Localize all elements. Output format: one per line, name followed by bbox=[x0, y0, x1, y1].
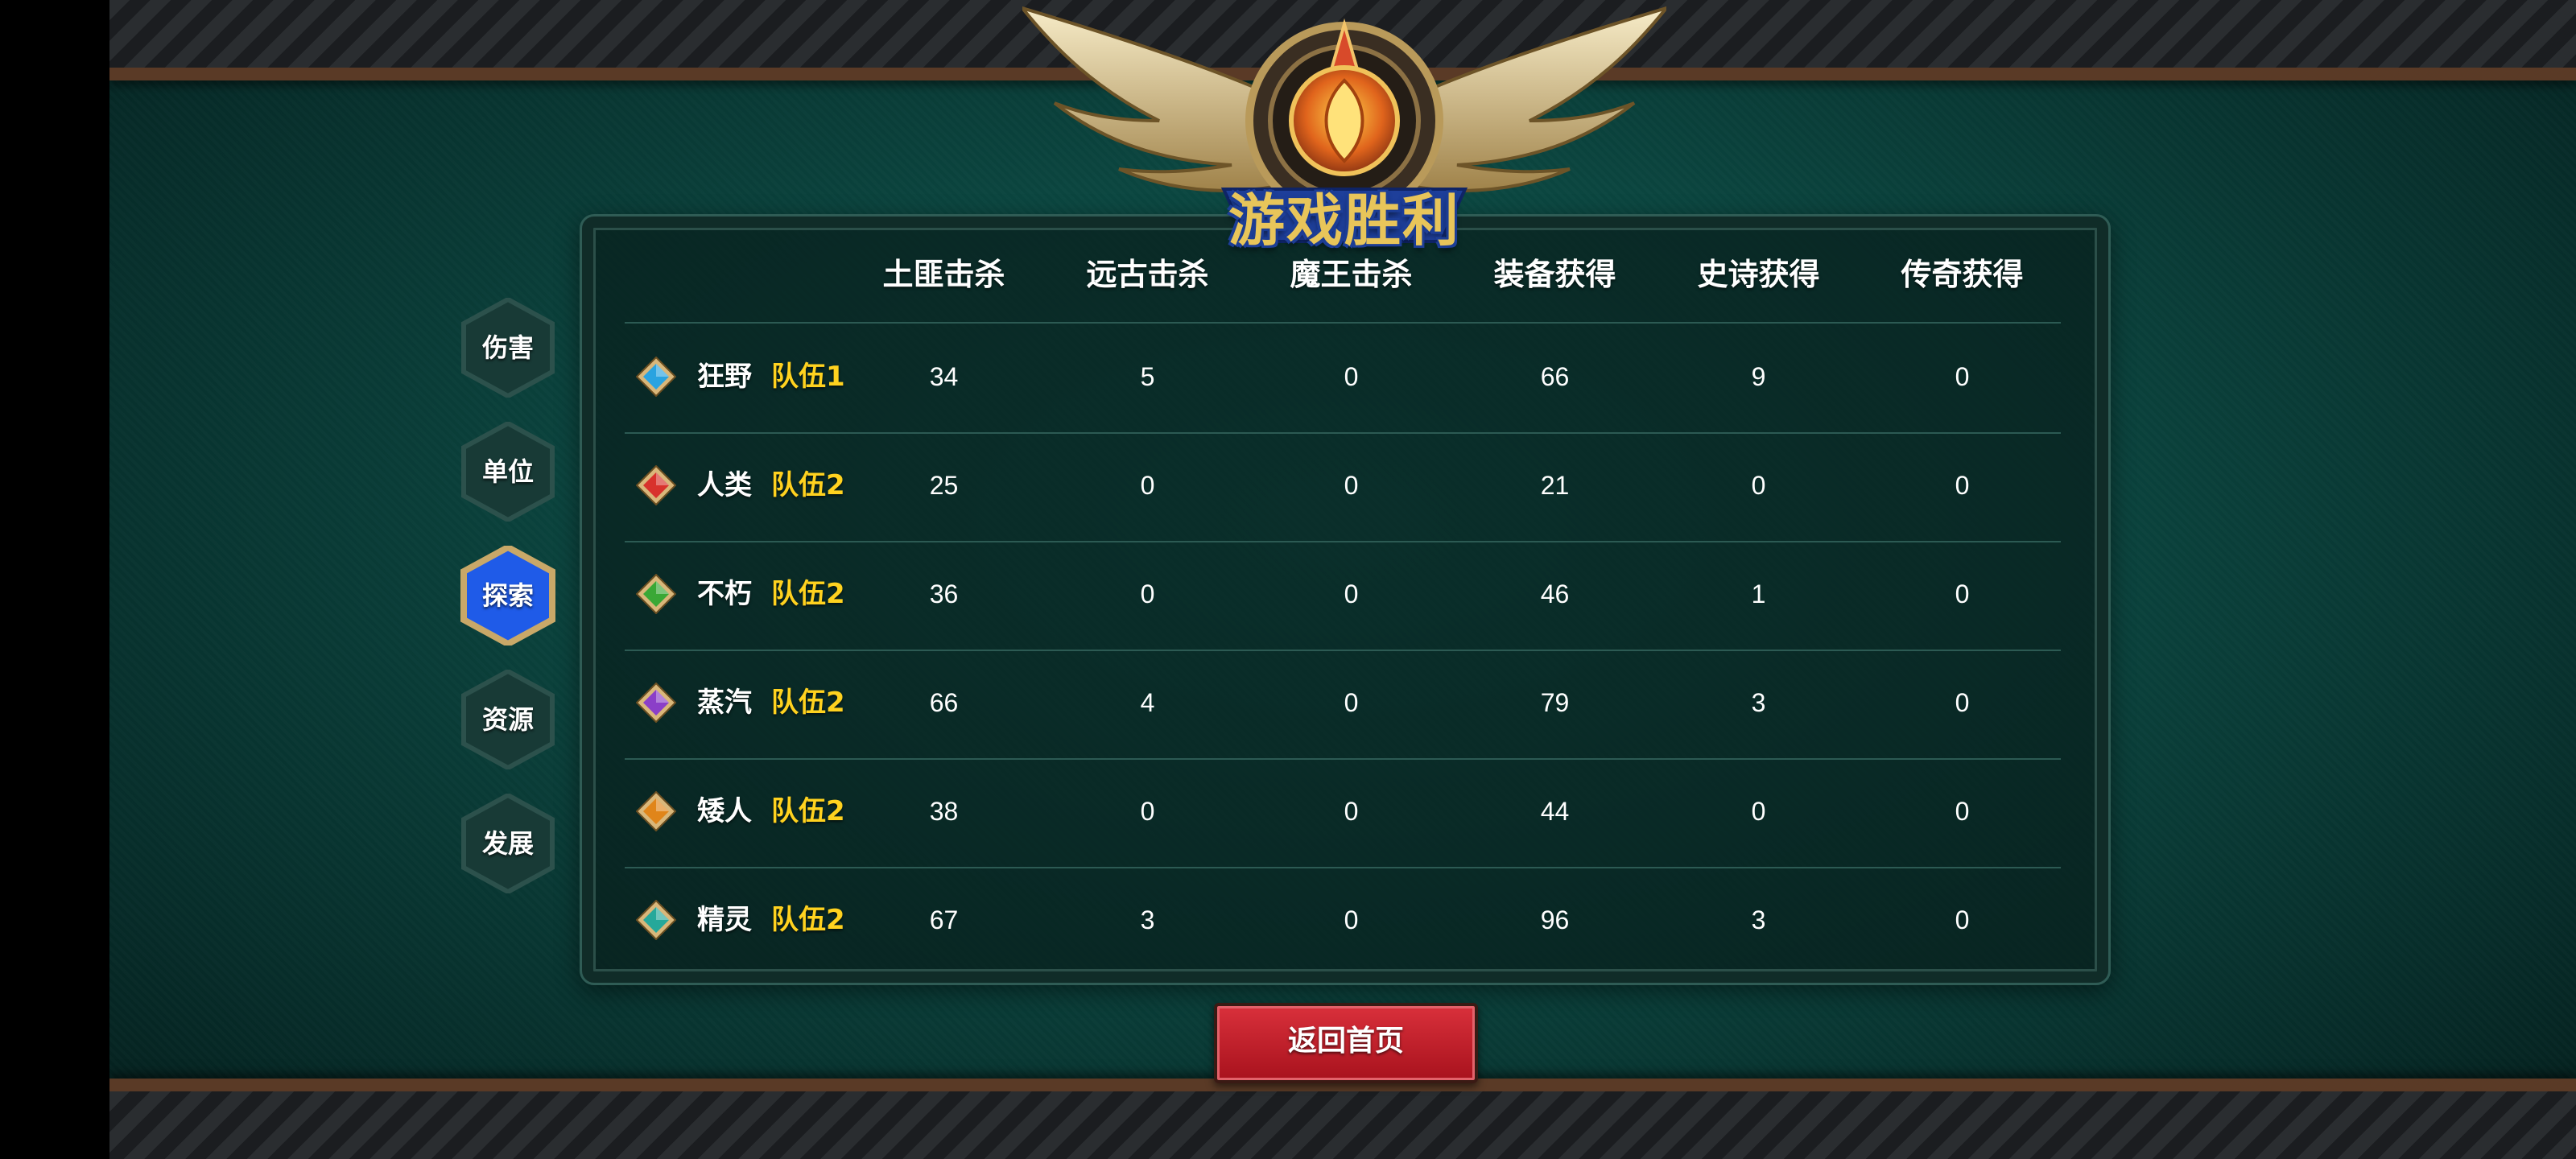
stat-value: 0 bbox=[1751, 471, 1766, 500]
stat-value: 0 bbox=[1751, 797, 1766, 826]
team-name: 队伍1 bbox=[771, 361, 845, 393]
team-name: 队伍2 bbox=[771, 687, 845, 719]
tab-development[interactable]: 发展 bbox=[460, 794, 555, 893]
race-name: 矮人 bbox=[697, 795, 752, 827]
table-row: 矮人 队伍2 38 0 0 44 0 0 bbox=[625, 758, 2061, 868]
bottom-rail bbox=[109, 1079, 2576, 1159]
tab-units[interactable]: 单位 bbox=[460, 422, 555, 522]
return-home-label: 返回首页 bbox=[1287, 1025, 1404, 1058]
return-home-button[interactable]: 返回首页 bbox=[1214, 1003, 1478, 1083]
table-row: 狂野 队伍1 34 5 0 66 9 0 bbox=[625, 324, 2061, 434]
stat-value: 0 bbox=[1344, 688, 1359, 717]
column-header: 装备获得 bbox=[1493, 257, 1616, 292]
diamond-gem-icon bbox=[636, 791, 676, 831]
victory-emblem: 游戏胜利 bbox=[1018, 0, 1671, 254]
tab-explore[interactable]: 探索 bbox=[460, 546, 555, 645]
tab-damage[interactable]: 伤害 bbox=[460, 298, 555, 398]
column-header: 传奇获得 bbox=[1901, 257, 2024, 292]
stat-value: 0 bbox=[1344, 362, 1359, 391]
stat-value: 0 bbox=[1955, 797, 1970, 826]
race-name: 狂野 bbox=[697, 361, 752, 393]
stat-value: 3 bbox=[1140, 905, 1155, 934]
team-name: 队伍2 bbox=[771, 469, 845, 501]
race-name: 不朽 bbox=[697, 578, 752, 610]
stat-value: 0 bbox=[1955, 362, 1970, 391]
stat-value: 66 bbox=[1540, 362, 1570, 391]
stat-value: 0 bbox=[1140, 471, 1155, 500]
table-row: 蒸汽 队伍2 66 4 0 79 3 0 bbox=[625, 650, 2061, 760]
stat-value: 1 bbox=[1751, 580, 1766, 608]
stat-value: 34 bbox=[929, 362, 959, 391]
stat-value: 0 bbox=[1955, 688, 1970, 717]
column-header: 史诗获得 bbox=[1697, 257, 1820, 292]
stat-value: 3 bbox=[1751, 688, 1766, 717]
tab-resources[interactable]: 资源 bbox=[460, 670, 555, 769]
diamond-gem-icon bbox=[636, 465, 676, 505]
stat-value: 5 bbox=[1140, 362, 1155, 391]
column-header: 土匪击杀 bbox=[882, 257, 1005, 292]
table-row: 不朽 队伍2 36 0 0 46 1 0 bbox=[625, 541, 2061, 651]
tab-label: 探索 bbox=[481, 580, 534, 611]
stat-value: 25 bbox=[929, 471, 959, 500]
race-name: 精灵 bbox=[697, 904, 752, 936]
tab-label: 伤害 bbox=[481, 332, 534, 363]
stat-value: 21 bbox=[1540, 471, 1570, 500]
column-header: 远古击杀 bbox=[1086, 257, 1209, 292]
stat-value: 79 bbox=[1540, 688, 1570, 717]
diamond-gem-icon bbox=[636, 357, 676, 397]
table-row: 精灵 队伍2 67 3 0 96 3 0 bbox=[625, 867, 2061, 975]
stat-value: 4 bbox=[1140, 688, 1155, 717]
stat-value: 0 bbox=[1344, 580, 1359, 608]
stat-value: 67 bbox=[929, 905, 959, 934]
left-letterbox bbox=[0, 0, 109, 1159]
diamond-gem-icon bbox=[636, 574, 676, 614]
tab-label: 单位 bbox=[481, 456, 534, 487]
stat-value: 46 bbox=[1540, 580, 1570, 608]
stat-value: 0 bbox=[1955, 580, 1970, 608]
stat-value: 0 bbox=[1140, 797, 1155, 826]
table-row: 人类 队伍2 25 0 0 21 0 0 bbox=[625, 432, 2061, 542]
diamond-gem-icon bbox=[636, 683, 676, 723]
stat-value: 44 bbox=[1540, 797, 1570, 826]
team-name: 队伍2 bbox=[771, 904, 845, 936]
stat-value: 38 bbox=[929, 797, 959, 826]
table-header: 土匪击杀 远古击杀 魔王击杀 装备获得 史诗获得 传奇获得 bbox=[625, 241, 2061, 324]
stat-value: 66 bbox=[929, 688, 959, 717]
column-header: 魔王击杀 bbox=[1290, 257, 1413, 292]
stat-value: 0 bbox=[1140, 580, 1155, 608]
team-name: 队伍2 bbox=[771, 578, 845, 610]
team-name: 队伍2 bbox=[771, 795, 845, 827]
stat-value: 3 bbox=[1751, 905, 1766, 934]
tab-label: 发展 bbox=[481, 828, 534, 859]
stat-value: 0 bbox=[1344, 905, 1359, 934]
stat-value: 0 bbox=[1955, 905, 1970, 934]
race-name: 蒸汽 bbox=[697, 687, 752, 719]
tab-label: 资源 bbox=[481, 704, 534, 735]
stat-value: 9 bbox=[1751, 362, 1766, 391]
stat-value: 36 bbox=[929, 580, 959, 608]
stat-value: 0 bbox=[1344, 797, 1359, 826]
stat-value: 0 bbox=[1344, 471, 1359, 500]
race-name: 人类 bbox=[697, 469, 752, 501]
stat-value: 0 bbox=[1955, 471, 1970, 500]
stat-value: 96 bbox=[1540, 905, 1570, 934]
diamond-gem-icon bbox=[636, 900, 676, 940]
